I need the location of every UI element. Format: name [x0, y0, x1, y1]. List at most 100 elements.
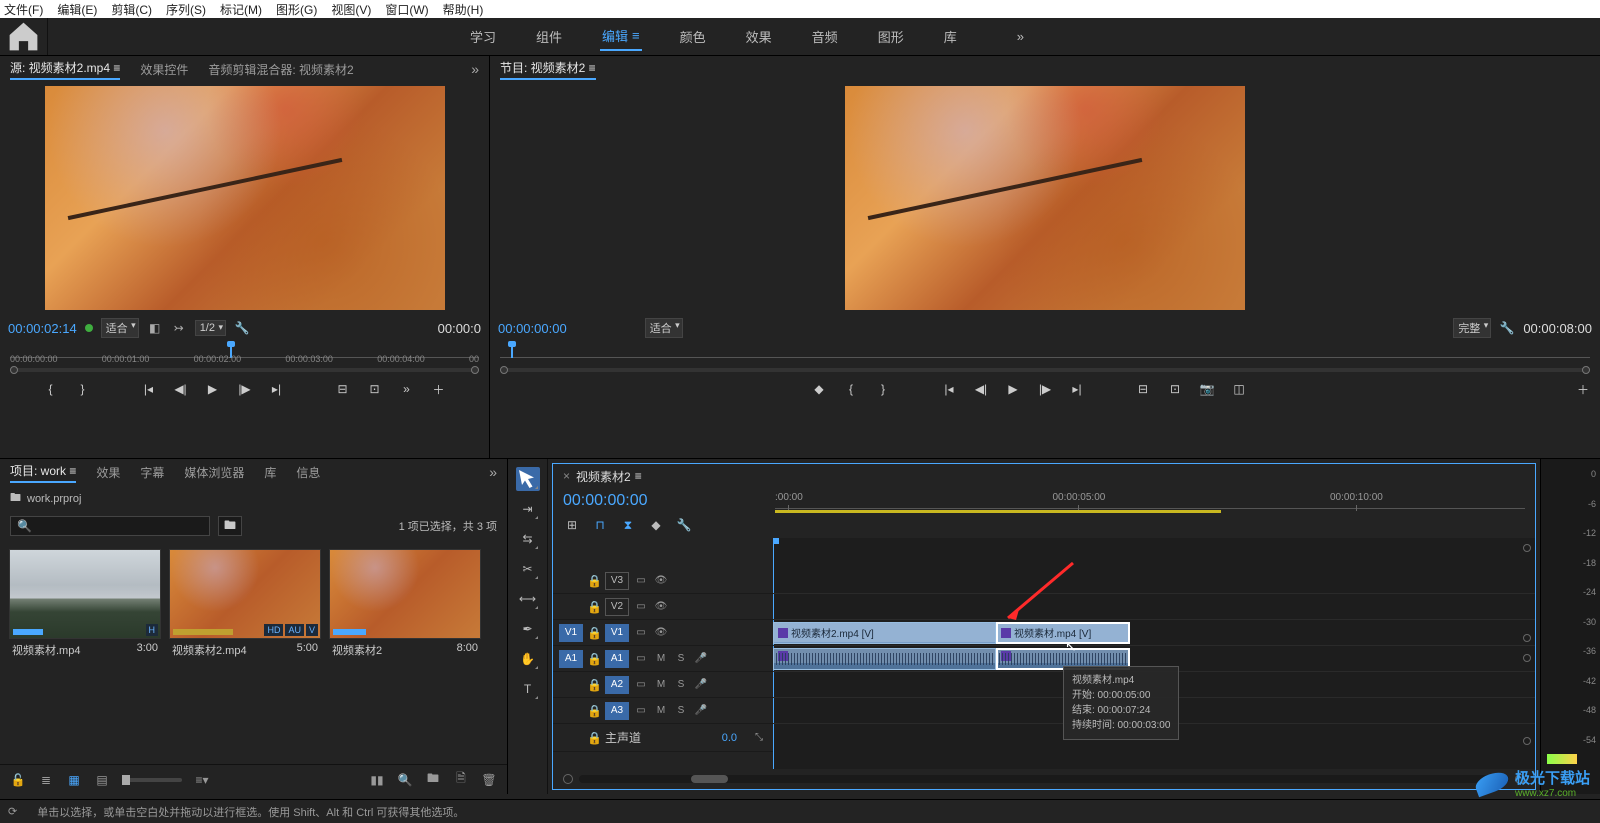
go-in-icon[interactable]: |◂: [140, 380, 158, 398]
bin-item-2[interactable]: 视频素材28:00: [330, 550, 480, 754]
scroll-dot[interactable]: [1523, 634, 1531, 642]
slip-tool-icon[interactable]: ⟷: [516, 587, 540, 611]
menu-view[interactable]: 视图(V): [331, 1, 371, 18]
zoom-slider[interactable]: [122, 778, 182, 782]
ws-audio[interactable]: 音频: [810, 22, 840, 51]
ws-color[interactable]: 颜色: [678, 22, 708, 51]
close-icon[interactable]: ×: [563, 469, 570, 483]
tab-effects[interactable]: 效果: [96, 464, 120, 481]
lock-icon[interactable]: 🔒: [587, 574, 601, 588]
timeline-timecode[interactable]: 00:00:00:00: [563, 492, 763, 510]
hand-tool-icon[interactable]: ✋: [516, 647, 540, 671]
program-quality-select[interactable]: 完整: [1453, 318, 1491, 338]
sequence-tab[interactable]: 视频素材2 ≡: [576, 468, 642, 485]
icon-view-icon[interactable]: ▦: [66, 772, 82, 788]
overwrite-icon[interactable]: ⊡: [366, 380, 384, 398]
play-icon[interactable]: ▶: [1004, 380, 1022, 398]
source-overflow-icon[interactable]: »: [471, 61, 479, 77]
menu-marker[interactable]: 标记(M): [220, 1, 262, 18]
program-fit-select[interactable]: 适合: [645, 318, 683, 338]
new-item-icon[interactable]: 🗎: [453, 772, 469, 788]
go-out-icon[interactable]: ▸|: [1068, 380, 1086, 398]
ws-libraries[interactable]: 库: [942, 22, 959, 51]
src-patch-v1[interactable]: V1: [559, 624, 583, 642]
extract-icon[interactable]: ⊡: [1166, 380, 1184, 398]
program-viewer[interactable]: [490, 82, 1600, 314]
insert-icon[interactable]: ⊟: [334, 380, 352, 398]
track-a1[interactable]: A1🔒A1▭MS🎤: [553, 646, 773, 672]
source-speed-select[interactable]: 1/2: [195, 320, 226, 336]
project-breadcrumb[interactable]: 🖿 work.prproj: [0, 485, 507, 512]
lock-icon[interactable]: 🔒: [587, 652, 601, 666]
lock-icon[interactable]: 🔒: [587, 600, 601, 614]
mask-icon[interactable]: ◧: [147, 320, 163, 336]
play-icon[interactable]: ▶: [204, 380, 222, 398]
lock-icon[interactable]: 🔒: [587, 731, 601, 745]
menu-clip[interactable]: 剪辑(C): [111, 1, 152, 18]
tab-program[interactable]: 节目: 视频素材2 ≡: [500, 59, 596, 80]
auto-sequence-icon[interactable]: ▮▮: [369, 772, 385, 788]
program-mini-timeline[interactable]: [500, 344, 1590, 364]
export-frame-icon[interactable]: 📷: [1198, 380, 1216, 398]
track-a2[interactable]: 🔒A2▭MS🎤: [553, 672, 773, 698]
ripple-tool-icon[interactable]: ⇆: [516, 527, 540, 551]
tab-captions[interactable]: 字幕: [140, 464, 164, 481]
clip-v1-a[interactable]: 视频素材2.mp4 [V]: [773, 622, 996, 644]
target-icon[interactable]: ▭: [633, 653, 649, 664]
tab-project[interactable]: 项目: work ≡: [10, 462, 76, 483]
target-icon[interactable]: ▭: [633, 601, 649, 612]
step-back-icon[interactable]: ◀|: [972, 380, 990, 398]
add-button-icon[interactable]: ＋: [430, 380, 448, 398]
go-out-icon[interactable]: ▸|: [268, 380, 286, 398]
tab-effect-controls[interactable]: 效果控件: [140, 61, 188, 78]
freeform-view-icon[interactable]: ▤: [94, 772, 110, 788]
mark-out-icon[interactable]: }: [74, 380, 92, 398]
track-area[interactable]: 视频素材2.mp4 [V] 视频素材.mp4 [V] ↖ 视频素材.mp4 开始…: [773, 538, 1535, 769]
lift-icon[interactable]: ⊟: [1134, 380, 1152, 398]
collapse-icon[interactable]: ⤡: [751, 732, 767, 743]
track-select-tool-icon[interactable]: ⇥: [516, 497, 540, 521]
overflow-icon[interactable]: »: [398, 380, 416, 398]
track-v2[interactable]: 🔒V2▭👁: [553, 594, 773, 620]
eye-icon[interactable]: 👁: [653, 575, 669, 586]
track-v3[interactable]: 🔒V3▭👁: [553, 568, 773, 594]
rw-toggle-icon[interactable]: 🔓: [10, 772, 26, 788]
ws-overflow[interactable]: »: [1015, 22, 1026, 51]
step-fwd-icon[interactable]: |▶: [236, 380, 254, 398]
track-master[interactable]: 🔒主声道0.0⤡: [553, 724, 773, 752]
mark-in-icon[interactable]: {: [42, 380, 60, 398]
menu-file[interactable]: 文件(F): [4, 1, 43, 18]
timeline-ruler[interactable]: :00:00 00:00:05:00 00:00:10:00: [775, 492, 1525, 522]
source-mini-timeline[interactable]: 00:00:00:0000:00:01:0000:00:02:0000:00:0…: [10, 344, 479, 364]
tab-source[interactable]: 源: 视频素材2.mp4 ≡: [10, 59, 120, 80]
tab-libraries[interactable]: 库: [264, 464, 276, 481]
scroll-dot[interactable]: [1523, 544, 1531, 552]
wrench-icon[interactable]: 🔧: [1499, 320, 1515, 336]
selection-tool-icon[interactable]: [516, 467, 540, 491]
mark-in-icon[interactable]: {: [842, 380, 860, 398]
ws-assembly[interactable]: 组件: [534, 22, 564, 51]
src-patch-a1[interactable]: A1: [559, 650, 583, 668]
track-a3[interactable]: 🔒A3▭MS🎤: [553, 698, 773, 724]
find-icon[interactable]: 🔍: [397, 772, 413, 788]
ws-effects[interactable]: 效果: [744, 22, 774, 51]
new-bin-icon[interactable]: 🖿: [425, 772, 441, 788]
mark-out-icon[interactable]: }: [874, 380, 892, 398]
step-fwd-icon[interactable]: |▶: [1036, 380, 1054, 398]
target-icon[interactable]: ▭: [633, 575, 649, 586]
add-marker-icon[interactable]: ◆: [810, 380, 828, 398]
menu-help[interactable]: 帮助(H): [443, 1, 484, 18]
lock-icon[interactable]: 🔒: [587, 626, 601, 640]
trash-icon[interactable]: 🗑: [481, 772, 497, 788]
sync-icon[interactable]: ⟳: [8, 805, 17, 818]
settings-icon[interactable]: 🔧: [675, 516, 693, 534]
ws-edit[interactable]: 编辑 ≡: [600, 22, 642, 51]
project-overflow-icon[interactable]: »: [489, 464, 497, 480]
nest-icon[interactable]: ⊞: [563, 516, 581, 534]
program-timecode[interactable]: 00:00:00:00: [498, 321, 567, 336]
tab-media-browser[interactable]: 媒体浏览器: [184, 464, 244, 481]
search-bin-button[interactable]: 🖿: [218, 516, 242, 536]
razor-tool-icon[interactable]: ✂: [516, 557, 540, 581]
master-level[interactable]: 0.0: [722, 732, 737, 744]
go-in-icon[interactable]: |◂: [940, 380, 958, 398]
